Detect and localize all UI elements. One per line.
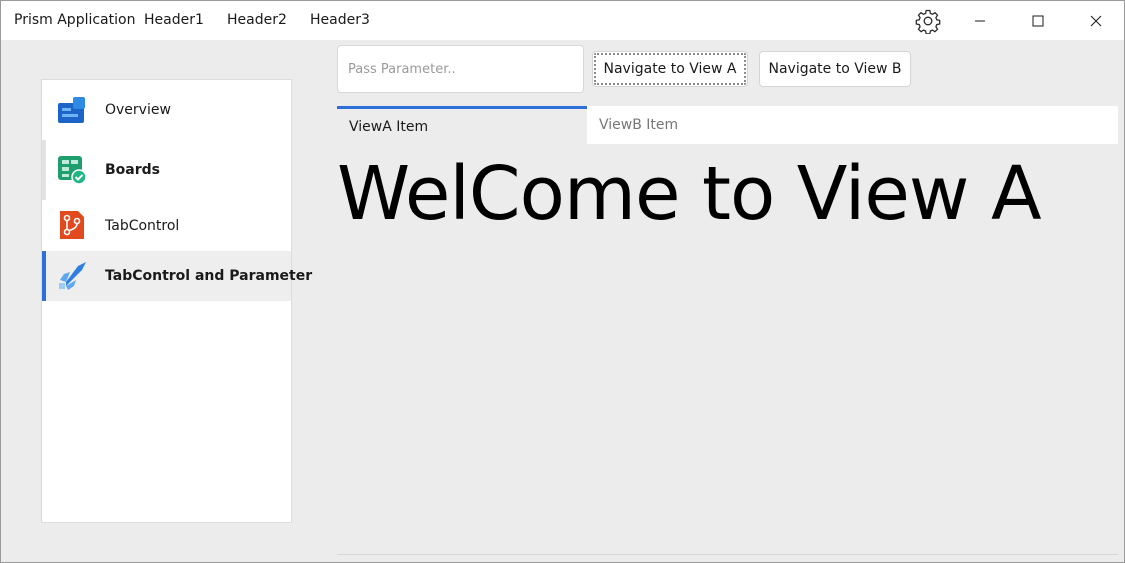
title-bar: Prism Application Header1 Header2 Header… [1,1,1124,40]
tab-viewb[interactable]: ViewB Item [587,106,1118,144]
sidebar-item-overview[interactable]: Overview [42,80,291,140]
navigate-view-a-button[interactable]: Navigate to View A [592,51,748,87]
gear-icon[interactable] [915,8,941,35]
maximize-button[interactable] [1009,1,1067,40]
sidebar-item-label: TabControl and Parameter [105,268,313,284]
sidebar-item-tabcontrol-parameter[interactable]: TabControl and Parameter [42,251,312,301]
app-window: Prism Application Header1 Header2 Header… [0,0,1125,563]
minimize-button[interactable] [951,1,1009,40]
minimize-icon [975,20,985,21]
sidebar-item-tabcontrol[interactable]: TabControl [42,200,291,251]
selection-indicator [42,251,46,301]
content-divider [337,554,1118,555]
tab-viewa[interactable]: ViewA Item [337,106,587,144]
welcome-heading: WelCome to View A [337,151,1042,237]
app-title: Prism Application [14,12,136,28]
boards-icon [58,156,87,185]
tab-strip: ViewA Item ViewB Item [337,106,1118,144]
close-icon [1090,15,1102,26]
menu-header2[interactable]: Header2 [227,12,287,28]
sidebar-item-label: TabControl [105,217,180,234]
sidebar: Overview Boards TabControl TabControl an… [41,79,312,523]
repo-icon [60,211,84,239]
close-button[interactable] [1067,1,1124,40]
menu-header1[interactable]: Header1 [144,12,204,28]
pipelines-icon [59,262,86,290]
menu-header3[interactable]: Header3 [310,12,370,28]
sidebar-item-label: Overview [105,102,171,118]
navigate-view-b-button[interactable]: Navigate to View B [759,51,911,87]
sidebar-item-boards[interactable]: Boards [42,140,291,200]
maximize-icon [1032,15,1044,26]
hover-indicator [42,140,46,200]
overview-icon [58,97,85,123]
parameter-input[interactable] [337,45,584,93]
sidebar-item-label: Boards [105,162,160,178]
